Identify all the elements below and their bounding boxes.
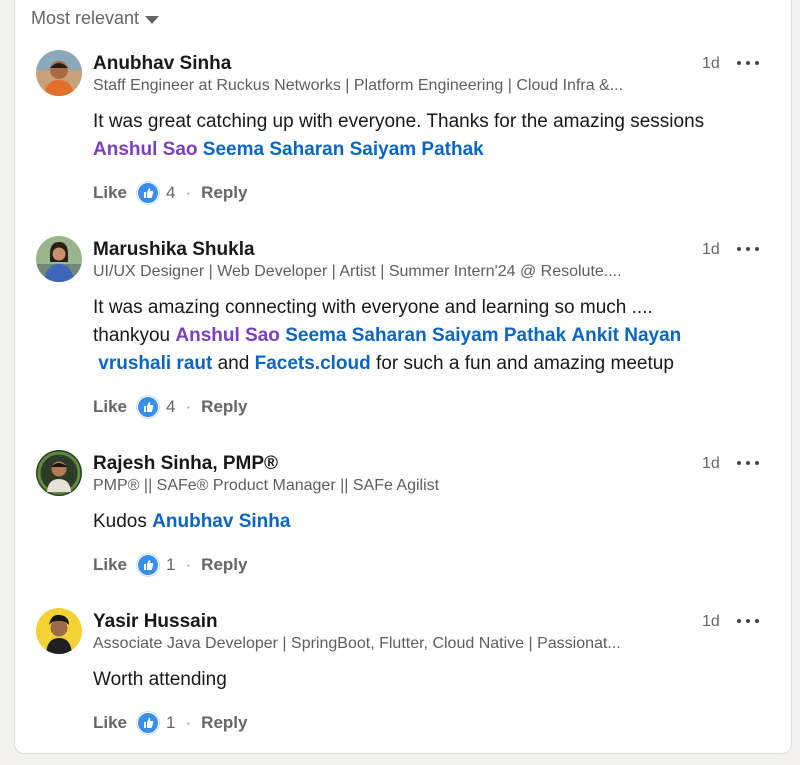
like-button[interactable]: Like (93, 713, 127, 733)
reply-button[interactable]: Reply (201, 183, 247, 203)
mention-link[interactable]: Ankit Nayan (571, 325, 681, 346)
timestamp: 1d (702, 241, 720, 258)
reaction-count[interactable]: 1 (166, 555, 175, 575)
timestamp: 1d (702, 455, 720, 472)
avatar[interactable] (36, 50, 82, 96)
comment-text: It was amazing connecting with everyone … (93, 297, 682, 374)
more-options-icon[interactable] (737, 244, 759, 254)
like-button[interactable]: Like (93, 183, 127, 203)
reaction-count[interactable]: 4 (166, 183, 175, 203)
reply-button[interactable]: Reply (201, 713, 247, 733)
author-headline: Staff Engineer at Ruckus Networks | Plat… (93, 77, 624, 94)
mention-link[interactable]: Saiyam Pathak (350, 139, 484, 160)
more-options-icon[interactable] (737, 616, 759, 626)
avatar[interactable] (36, 450, 82, 496)
mention-link[interactable]: Saiyam Pathak (432, 325, 566, 346)
author-name[interactable]: Marushika Shukla (93, 239, 255, 261)
comment-actions: Like 4 · Reply (93, 182, 247, 204)
comment-text: It was great catching up with everyone. … (93, 111, 705, 160)
author-name[interactable]: Yasir Hussain (93, 611, 218, 633)
separator: · (185, 555, 192, 574)
mention-link[interactable]: Seema Saharan (285, 325, 427, 346)
thumbs-up-icon[interactable] (137, 554, 160, 576)
sort-dropdown[interactable]: Most relevant (31, 8, 160, 29)
caret-down-icon (145, 15, 160, 24)
comment-text: Worth attending (93, 669, 227, 690)
author-name[interactable]: Rajesh Sinha, PMP® (93, 453, 278, 475)
separator: · (185, 713, 192, 732)
mention-link[interactable]: Seema Saharan (203, 139, 345, 160)
mention-link[interactable]: Anshul Sao (93, 139, 198, 160)
mention-link[interactable]: Anubhav Sinha (152, 511, 290, 532)
thumbs-up-icon[interactable] (137, 712, 160, 734)
separator: · (185, 183, 192, 202)
comment-actions: Like 1 · Reply (93, 554, 247, 576)
avatar[interactable] (36, 608, 82, 654)
thumbs-up-icon[interactable] (137, 182, 160, 204)
timestamp: 1d (702, 613, 720, 630)
timestamp: 1d (702, 55, 720, 72)
mention-link[interactable]: Anshul Sao (175, 325, 280, 346)
mention-link[interactable]: Facets.cloud (255, 353, 371, 374)
author-headline: PMP® || SAFe® Product Manager || SAFe Ag… (93, 477, 440, 494)
mention-link[interactable]: vrushali raut (98, 353, 212, 374)
more-options-icon[interactable] (737, 58, 759, 68)
like-button[interactable]: Like (93, 555, 127, 575)
comment-actions: Like 1 · Reply (93, 712, 247, 734)
author-headline: Associate Java Developer | SpringBoot, F… (93, 635, 621, 652)
like-button[interactable]: Like (93, 397, 127, 417)
comment-actions: Like 4 · Reply (93, 396, 247, 418)
sort-label: Most relevant (31, 8, 140, 28)
author-name[interactable]: Anubhav Sinha (93, 53, 231, 75)
thumbs-up-icon[interactable] (137, 396, 160, 418)
more-options-icon[interactable] (737, 458, 759, 468)
comment-text: Kudos Anubhav Sinha (93, 511, 291, 532)
reaction-count[interactable]: 1 (166, 713, 175, 733)
author-headline: UI/UX Designer | Web Developer | Artist … (93, 263, 622, 280)
reaction-count[interactable]: 4 (166, 397, 175, 417)
avatar[interactable] (36, 236, 82, 282)
reply-button[interactable]: Reply (201, 397, 247, 417)
separator: · (185, 397, 192, 416)
reply-button[interactable]: Reply (201, 555, 247, 575)
